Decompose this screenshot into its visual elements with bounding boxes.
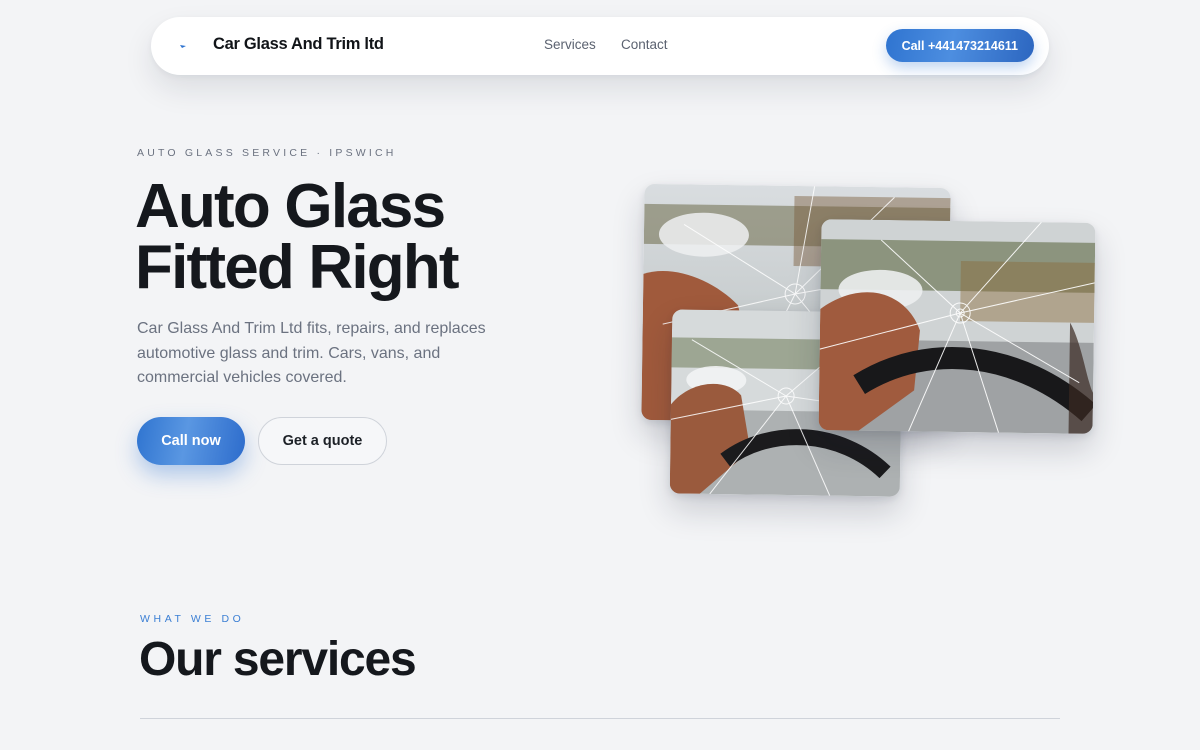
- call-now-button[interactable]: Call now: [137, 417, 245, 465]
- nav-call-button[interactable]: Call +441473214611: [885, 29, 1034, 62]
- hero-title: Auto Glass Fitted Right: [135, 172, 555, 302]
- hero-title-line-2: Fitted Right: [135, 233, 460, 302]
- get-quote-button[interactable]: Get a quote: [258, 417, 387, 465]
- hero-description: Car Glass And Trim Ltd fits, repairs, an…: [137, 320, 486, 386]
- nav-link-services[interactable]: Services: [544, 37, 596, 52]
- top-nav: Car Glass And Trim ltd Services Contact …: [151, 17, 1049, 75]
- cracked-windshield-photo-right: [818, 219, 1096, 434]
- nav-link-contact[interactable]: Contact: [621, 37, 668, 52]
- brand-logo-icon[interactable]: [178, 39, 190, 51]
- brand-name[interactable]: Car Glass And Trim ltd: [213, 35, 384, 54]
- services-title: Our services: [139, 633, 417, 686]
- section-divider: [140, 718, 1060, 719]
- hero-title-line-1: Auto Glass: [135, 172, 446, 241]
- hero-eyebrow: AUTO GLASS SERVICE · IPSWICH: [137, 147, 397, 159]
- services-eyebrow: WHAT WE DO: [140, 613, 245, 625]
